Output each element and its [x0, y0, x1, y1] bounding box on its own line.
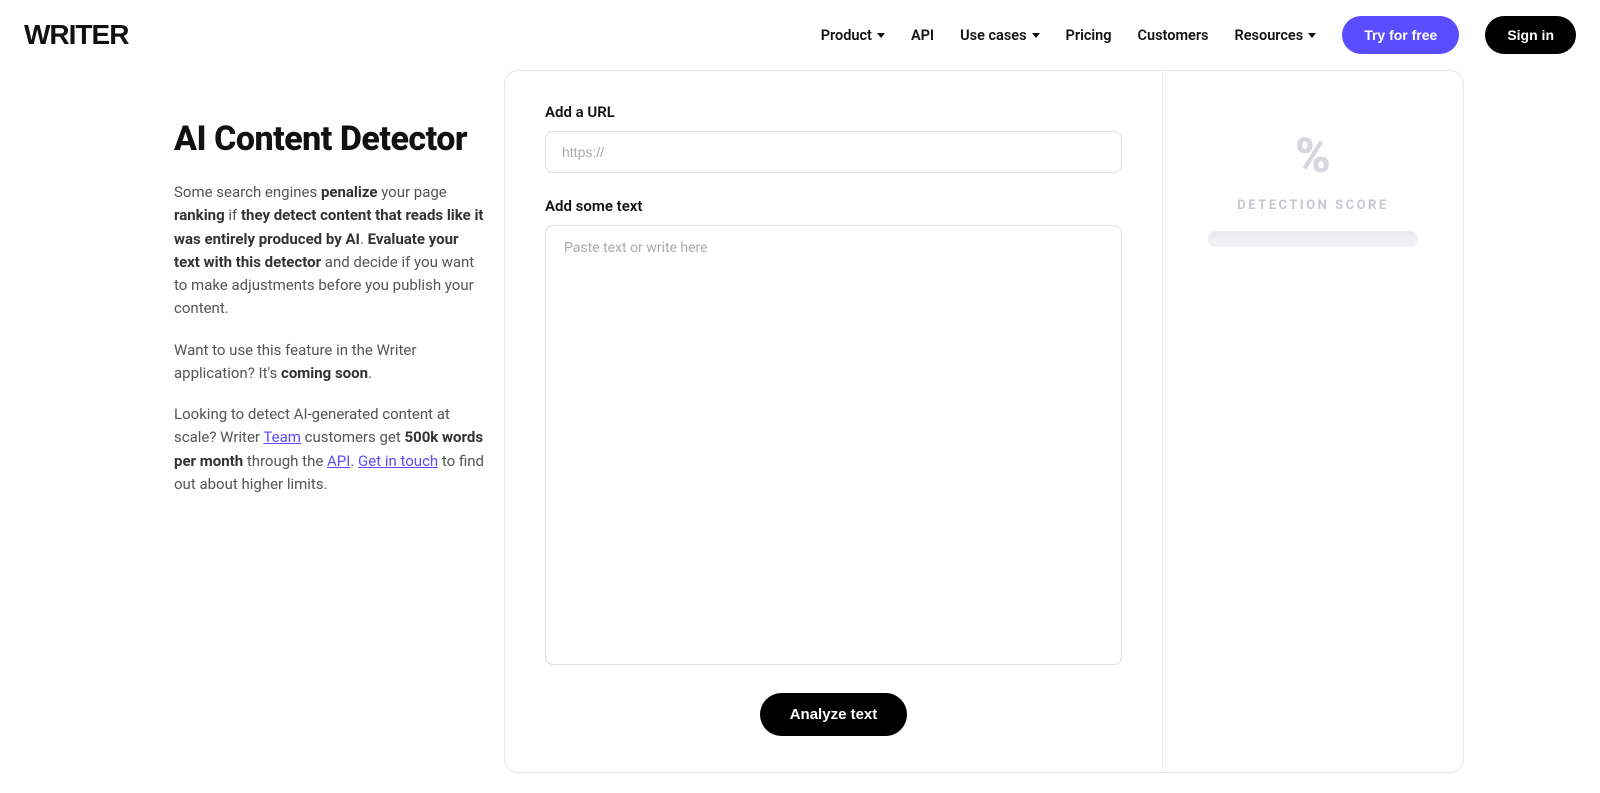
nav-product[interactable]: Product	[821, 27, 885, 44]
url-input[interactable]	[545, 131, 1122, 173]
description-3: Looking to detect AI-generated content a…	[174, 403, 484, 496]
nav-api[interactable]: API	[911, 27, 934, 44]
try-for-free-button[interactable]: Try for free	[1342, 16, 1459, 54]
sidebar-copy: AI Content Detector Some search engines …	[24, 70, 504, 773]
detector-card: Add a URL Add some text Analyze text % D…	[504, 70, 1464, 773]
api-link[interactable]: API	[327, 452, 350, 470]
nav-customers[interactable]: Customers	[1138, 27, 1209, 44]
description-1: Some search engines penalize your page r…	[174, 181, 484, 321]
header: WRITER Product API Use cases Pricing Cus…	[0, 0, 1600, 70]
nav-resources-label: Resources	[1235, 27, 1304, 44]
nav-usecases[interactable]: Use cases	[960, 27, 1039, 44]
score-column: % DETECTION SCORE	[1163, 71, 1463, 772]
main: AI Content Detector Some search engines …	[0, 70, 1600, 793]
text-input[interactable]	[545, 225, 1122, 665]
analyze-wrap: Analyze text	[545, 693, 1122, 736]
nav: Product API Use cases Pricing Customers …	[821, 16, 1576, 54]
chevron-down-icon	[1032, 33, 1040, 38]
sign-in-button[interactable]: Sign in	[1485, 16, 1576, 54]
nav-usecases-label: Use cases	[960, 27, 1026, 44]
score-label: DETECTION SCORE	[1187, 198, 1439, 213]
percent-icon: %	[1187, 127, 1439, 184]
score-bar	[1208, 231, 1418, 247]
nav-pricing[interactable]: Pricing	[1066, 27, 1112, 44]
text-label: Add some text	[545, 197, 1122, 215]
description-2: Want to use this feature in the Writer a…	[174, 339, 484, 386]
nav-product-label: Product	[821, 27, 872, 44]
analyze-button[interactable]: Analyze text	[760, 693, 908, 736]
get-in-touch-link[interactable]: Get in touch	[358, 452, 438, 470]
chevron-down-icon	[1308, 33, 1316, 38]
team-link[interactable]: Team	[263, 428, 301, 446]
url-label: Add a URL	[545, 103, 1122, 121]
page-title: AI Content Detector	[174, 120, 484, 159]
logo[interactable]: WRITER	[24, 19, 128, 51]
form-column: Add a URL Add some text Analyze text	[505, 71, 1163, 772]
nav-resources[interactable]: Resources	[1235, 27, 1317, 44]
chevron-down-icon	[877, 33, 885, 38]
